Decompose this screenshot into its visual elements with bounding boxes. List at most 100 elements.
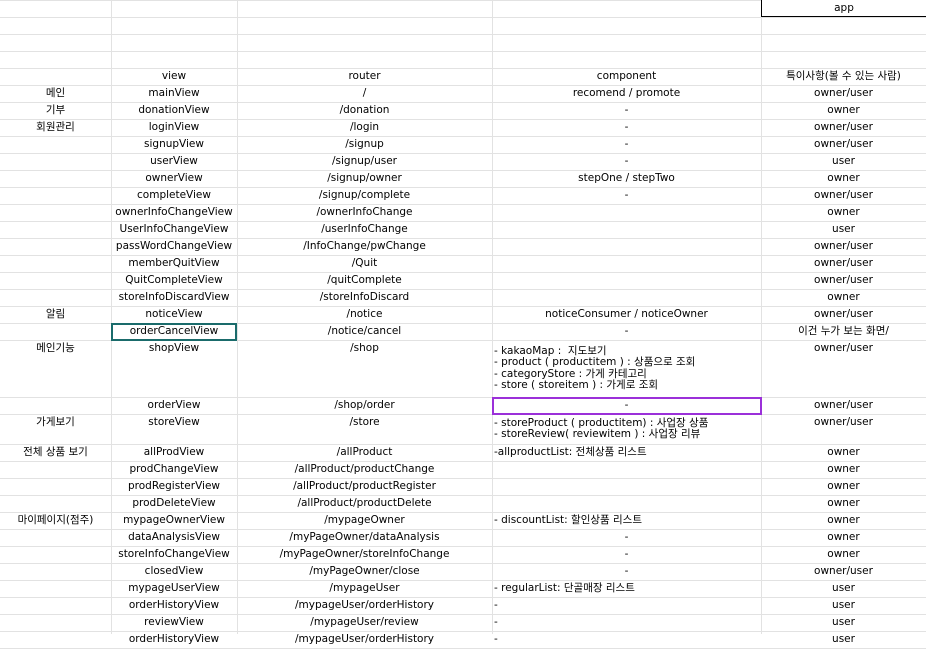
- router-cell[interactable]: /storeInfoDiscard: [237, 289, 492, 306]
- view-cell[interactable]: orderView: [111, 397, 237, 414]
- component-cell[interactable]: -: [492, 563, 761, 580]
- view-cell[interactable]: memberQuitView: [111, 255, 237, 272]
- note-cell[interactable]: user: [761, 597, 926, 614]
- note-cell[interactable]: owner: [761, 461, 926, 478]
- spreadsheet[interactable]: app view router component 특이사항(볼 수 있는 사람) 메인 m…: [0, 0, 926, 649]
- router-cell[interactable]: /signup: [237, 136, 492, 153]
- router-cell[interactable]: /mypageUser/review: [237, 614, 492, 631]
- column-header-router[interactable]: router: [237, 68, 492, 85]
- router-cell[interactable]: /shop/order: [237, 397, 492, 414]
- note-cell[interactable]: owner: [761, 444, 926, 461]
- category-cell[interactable]: 마이페이지(점주): [0, 512, 111, 529]
- category-cell[interactable]: 전체 상품 보기: [0, 444, 111, 461]
- category-cell[interactable]: [0, 614, 111, 631]
- note-cell[interactable]: owner: [761, 478, 926, 495]
- app-header-cell[interactable]: app: [761, 0, 926, 17]
- note-cell[interactable]: owner: [761, 512, 926, 529]
- component-cell[interactable]: recomend / promote: [492, 85, 761, 102]
- view-cell[interactable]: closedView: [111, 563, 237, 580]
- router-cell[interactable]: /myPageOwner/storeInfoChange: [237, 546, 492, 563]
- router-cell[interactable]: /signup/owner: [237, 170, 492, 187]
- category-cell[interactable]: [0, 238, 111, 255]
- category-cell[interactable]: [0, 495, 111, 512]
- view-cell[interactable]: mainView: [111, 85, 237, 102]
- component-cell[interactable]: [492, 204, 761, 221]
- note-cell[interactable]: owner: [761, 289, 926, 306]
- component-cell[interactable]: [492, 495, 761, 512]
- view-cell[interactable]: mypageOwnerView: [111, 512, 237, 529]
- component-cell[interactable]: -: [492, 153, 761, 170]
- router-cell[interactable]: /donation: [237, 102, 492, 119]
- router-cell[interactable]: /userInfoChange: [237, 221, 492, 238]
- component-cell[interactable]: - storeProduct ( productitem) : 사업장 상품 - …: [492, 414, 761, 444]
- router-cell[interactable]: /mypageOwner: [237, 512, 492, 529]
- view-cell[interactable]: noticeView: [111, 306, 237, 323]
- router-cell[interactable]: /mypageUser/orderHistory: [237, 597, 492, 614]
- category-cell[interactable]: [0, 546, 111, 563]
- router-cell[interactable]: /InfoChange/pwChange: [237, 238, 492, 255]
- router-cell[interactable]: /myPageOwner/dataAnalysis: [237, 529, 492, 546]
- component-cell[interactable]: [492, 478, 761, 495]
- category-cell[interactable]: [0, 272, 111, 289]
- view-cell[interactable]: prodChangeView: [111, 461, 237, 478]
- category-cell[interactable]: [0, 204, 111, 221]
- category-cell[interactable]: [0, 529, 111, 546]
- component-cell[interactable]: [492, 272, 761, 289]
- router-cell[interactable]: /allProduct/productChange: [237, 461, 492, 478]
- view-cell[interactable]: allProdView: [111, 444, 237, 461]
- note-cell[interactable]: user: [761, 580, 926, 597]
- view-cell[interactable]: ownerView: [111, 170, 237, 187]
- note-cell[interactable]: owner: [761, 170, 926, 187]
- component-cell[interactable]: -: [492, 597, 761, 614]
- note-cell[interactable]: owner/user: [761, 563, 926, 580]
- router-cell[interactable]: /notice/cancel: [237, 323, 492, 340]
- view-cell[interactable]: userView: [111, 153, 237, 170]
- note-cell[interactable]: owner/user: [761, 119, 926, 136]
- note-cell[interactable]: owner/user: [761, 238, 926, 255]
- category-cell[interactable]: 기부: [0, 102, 111, 119]
- note-cell[interactable]: owner/user: [761, 187, 926, 204]
- router-cell[interactable]: /Quit: [237, 255, 492, 272]
- router-cell[interactable]: /quitComplete: [237, 272, 492, 289]
- note-cell[interactable]: owner: [761, 546, 926, 563]
- component-cell[interactable]: -: [492, 546, 761, 563]
- view-cell[interactable]: shopView: [111, 340, 237, 397]
- note-cell[interactable]: owner: [761, 529, 926, 546]
- view-cell[interactable]: storeInfoChangeView: [111, 546, 237, 563]
- component-cell[interactable]: -: [492, 187, 761, 204]
- category-cell[interactable]: [0, 255, 111, 272]
- view-cell[interactable]: storeView: [111, 414, 237, 444]
- component-cell[interactable]: [492, 221, 761, 238]
- category-cell[interactable]: 알림: [0, 306, 111, 323]
- component-cell[interactable]: -: [492, 136, 761, 153]
- note-cell[interactable]: user: [761, 221, 926, 238]
- column-header-note[interactable]: 특이사항(볼 수 있는 사람): [761, 68, 926, 85]
- view-cell[interactable]: orderHistoryView: [111, 597, 237, 614]
- component-cell[interactable]: [492, 238, 761, 255]
- view-cell[interactable]: dataAnalysisView: [111, 529, 237, 546]
- category-cell[interactable]: 메인: [0, 85, 111, 102]
- component-cell[interactable]: noticeConsumer / noticeOwner: [492, 306, 761, 323]
- view-cell[interactable]: QuitCompleteView: [111, 272, 237, 289]
- component-cell[interactable]: stepOne / stepTwo: [492, 170, 761, 187]
- router-cell[interactable]: /myPageOwner/close: [237, 563, 492, 580]
- category-cell[interactable]: [0, 563, 111, 580]
- column-header-component[interactable]: component: [492, 68, 761, 85]
- category-cell[interactable]: [0, 136, 111, 153]
- view-cell[interactable]: prodDeleteView: [111, 495, 237, 512]
- note-cell[interactable]: owner/user: [761, 136, 926, 153]
- category-cell[interactable]: 가게보기: [0, 414, 111, 444]
- column-header-view[interactable]: view: [111, 68, 237, 85]
- component-cell[interactable]: -: [492, 119, 761, 136]
- category-cell[interactable]: [0, 397, 111, 414]
- router-cell[interactable]: /login: [237, 119, 492, 136]
- category-cell[interactable]: [0, 187, 111, 204]
- view-cell[interactable]: reviewView: [111, 614, 237, 631]
- view-cell[interactable]: UserInfoChangeView: [111, 221, 237, 238]
- view-cell[interactable]: signupView: [111, 136, 237, 153]
- note-cell[interactable]: owner/user: [761, 397, 926, 414]
- router-cell[interactable]: /allProduct/productRegister: [237, 478, 492, 495]
- category-cell[interactable]: [0, 597, 111, 614]
- note-cell[interactable]: owner/user: [761, 272, 926, 289]
- category-cell[interactable]: 메인기능: [0, 340, 111, 397]
